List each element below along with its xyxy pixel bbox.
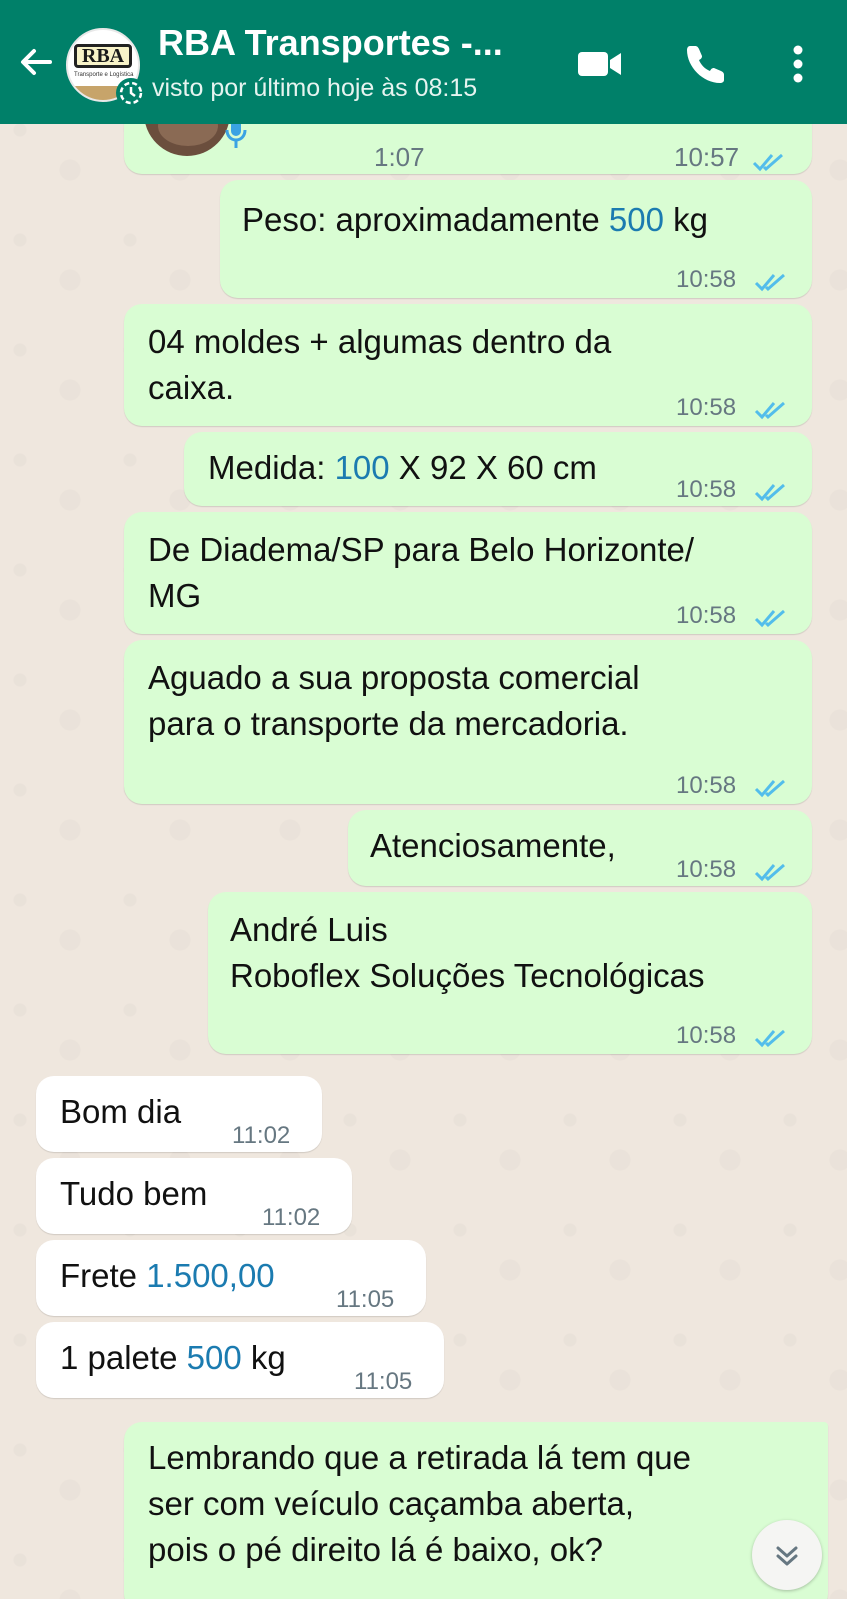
message-text-line: Atenciosamente, [370, 827, 616, 864]
message-text: Frete 1.500,00 [60, 1257, 275, 1294]
message-time: 11:05 [336, 1286, 395, 1313]
read-ticks-icon [752, 140, 786, 172]
message-bubble[interactable]: Medida: 100 X 92 X 60 cm 10:58 [184, 432, 812, 506]
phone-call-icon[interactable] [682, 40, 730, 88]
message-text-line: 04 moldes + algumas dentro da [148, 323, 612, 360]
message-text-line: André Luis [230, 911, 388, 948]
read-ticks-icon [754, 1016, 788, 1048]
message-bubble[interactable]: Frete 1.500,00 11:05 [36, 1240, 426, 1316]
message-text-line: Aguado a sua proposta comercial [148, 659, 640, 696]
double-chevron-down-icon [776, 1546, 798, 1566]
message-bubble[interactable]: 04 moldes + algumas dentro da caixa. 10:… [124, 304, 812, 426]
message-text-line: caixa. [148, 369, 235, 406]
message-text-line: para o transporte da mercadoria. [148, 705, 629, 742]
status-clock-icon [116, 78, 146, 108]
message-bubble[interactable]: Bom dia 11:02 [36, 1076, 322, 1152]
message-time: 10:58 [676, 1022, 737, 1049]
message-text-line: ser com veículo caçamba aberta, [148, 1485, 635, 1522]
message-bubble[interactable]: Lembrando que a retirada lá tem que ser … [124, 1422, 828, 1599]
message-time: 11:05 [354, 1368, 413, 1395]
scroll-to-bottom-button[interactable] [752, 1520, 822, 1590]
message-time: 10:58 [676, 394, 737, 421]
message-text-line: Roboflex Soluções Tecnológicas [230, 957, 705, 994]
message-time: 10:58 [676, 772, 737, 799]
last-seen-status: visto por último hoje às 08:15 [152, 74, 478, 102]
read-ticks-icon [754, 260, 788, 292]
message-text-line: Bom dia [60, 1093, 182, 1130]
message-bubble[interactable]: Peso: aproximadamente 500 kg 10:58 [220, 180, 812, 298]
message-time: 11:02 [262, 1204, 321, 1231]
message-bubble[interactable]: Atenciosamente, 10:58 [348, 810, 812, 886]
message-bubble[interactable]: 1 palete 500 kg 11:05 [36, 1322, 444, 1398]
message-bubble[interactable]: Tudo bem 11:02 [36, 1158, 352, 1234]
video-call-icon[interactable] [576, 40, 624, 88]
contact-name[interactable]: RBA Transportes -... [158, 22, 503, 64]
more-options-icon[interactable] [782, 40, 830, 88]
message-text-line: Tudo bem [60, 1175, 208, 1212]
message-time: 10:58 [676, 266, 737, 293]
message-text: Medida: 100 X 92 X 60 cm [208, 449, 597, 486]
read-ticks-icon [754, 596, 788, 628]
audio-duration: 1:07 [374, 142, 425, 172]
message-time: 10:58 [676, 476, 737, 503]
message-text-line: MG [148, 577, 202, 614]
back-arrow-icon[interactable] [14, 40, 58, 84]
message-text-line: pois o pé direito lá é baixo, ok? [148, 1531, 603, 1568]
read-ticks-icon [754, 470, 788, 502]
avatar-logo: RBA [74, 44, 132, 68]
message-text: 1 palete 500 kg [60, 1339, 286, 1376]
chat-header: RBA Transporte e Logística RBA Transport… [0, 0, 847, 124]
message-text-line: De Diadema/SP para Belo Horizonte/ [148, 531, 695, 568]
read-ticks-icon [754, 850, 788, 882]
message-bubble[interactable]: André Luis Roboflex Soluções Tecnológica… [208, 892, 812, 1054]
read-ticks-icon [754, 766, 788, 798]
read-ticks-icon [754, 388, 788, 420]
message-bubble[interactable]: Aguado a sua proposta comercial para o t… [124, 640, 812, 804]
message-time: 11:02 [232, 1122, 291, 1149]
message-time: 10:58 [676, 602, 737, 629]
message-bubble[interactable]: De Diadema/SP para Belo Horizonte/ MG 10… [124, 512, 812, 634]
message-text: Peso: aproximadamente 500 kg [242, 201, 708, 238]
message-time: 10:58 [676, 856, 737, 883]
message-text-line: Lembrando que a retirada lá tem que [148, 1439, 692, 1476]
message-time: 10:57 [674, 142, 740, 172]
